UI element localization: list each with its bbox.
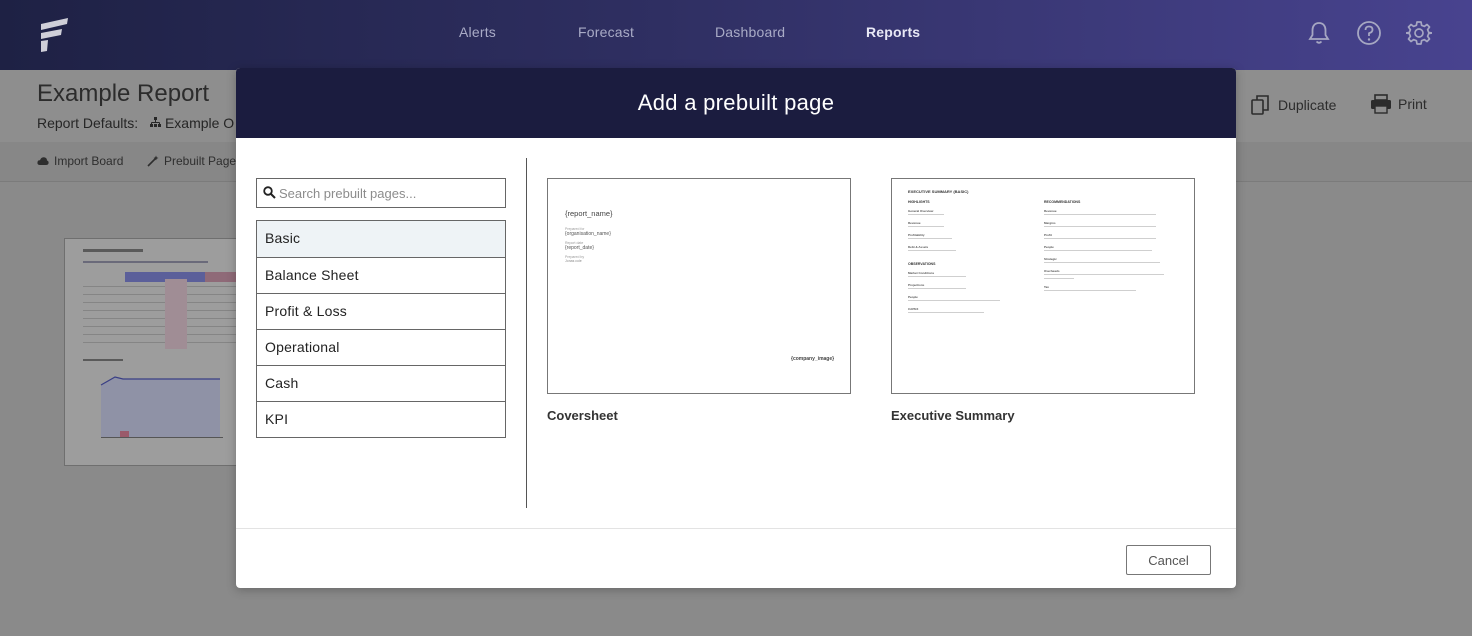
preview-text-line [1044,274,1164,275]
category-cash[interactable]: Cash [257,365,505,401]
duplicate-button[interactable]: Duplicate [1250,94,1336,116]
category-basic[interactable]: Basic [257,221,505,257]
preview-text-line [1044,278,1074,279]
magic-wand-icon [147,155,159,167]
app-logo-icon[interactable] [38,14,72,54]
preview-text-line [908,276,966,277]
report-defaults: Report Defaults: Example O [37,115,234,131]
add-prebuilt-page-modal: Add a prebuilt page Basic Balance Sheet … [236,68,1236,588]
preview-text-line [908,288,966,289]
print-label: Print [1398,96,1427,112]
preview-text-line [1044,290,1136,291]
preview-right-item: Overheads [1044,269,1060,273]
preview-text-line [908,312,984,313]
preview-org-name: {organisation_name} [565,231,611,237]
report-defaults-org-name: Example O [164,115,235,131]
category-balance-sheet[interactable]: Balance Sheet [257,257,505,293]
preview-right-item: Strategic [1044,257,1057,261]
search-input[interactable] [279,179,503,207]
duplicate-label: Duplicate [1278,97,1337,113]
top-nav: Alerts Forecast Dashboard Reports [0,0,1472,70]
print-icon [1371,94,1391,114]
category-profit-loss[interactable]: Profit & Loss [257,293,505,329]
nav-reports[interactable]: Reports [866,24,920,40]
preview-left-item: Debt & Assets [908,245,929,249]
preview-report-date: {report_date} [565,245,594,251]
category-kpi[interactable]: KPI [257,401,505,437]
report-defaults-org[interactable]: Example O [150,115,234,131]
preview-right-item: People [1044,245,1054,249]
preview-obs-item: Projections [908,283,925,287]
modal-title: Add a prebuilt page [637,90,835,115]
page-card-coversheet[interactable]: {report_name} Prepared for {organisation… [547,178,851,423]
report-page-thumbnail[interactable] [64,238,244,466]
preview-text-line [908,214,944,215]
preview-text-line [1044,214,1156,215]
preview-highlights-heading: HIGHLIGHTS [908,200,930,204]
search-box [256,178,506,208]
page-card-label: Executive Summary [891,408,1015,423]
preview-right-item: Margins [1044,221,1056,225]
duplicate-icon [1251,95,1269,115]
bell-icon[interactable] [1306,20,1332,46]
nav-dashboard[interactable]: Dashboard [715,24,785,40]
preview-text-line [908,300,1000,301]
report-page-preview-image [65,239,243,465]
vertical-divider [526,158,527,508]
modal-footer: Cancel [236,528,1236,588]
report-defaults-label: Report Defaults: [37,115,139,131]
import-board-label: Import Board [54,154,124,168]
preview-obs-item: Market Conditions [908,271,935,275]
preview-left-item: Profitability [908,233,925,237]
coversheet-preview: {report_name} Prepared for {organisation… [547,178,851,394]
preview-recommendations-heading: RECOMMENDATIONS [1044,200,1081,204]
preview-text-line [1044,238,1156,239]
modal-header: Add a prebuilt page [236,68,1236,138]
search-icon [263,186,276,199]
import-board-button[interactable]: Import Board [37,154,123,168]
preview-right-item: Tax [1044,285,1049,289]
help-icon[interactable] [1356,20,1382,46]
preview-report-name: {report_name} [565,209,613,218]
preview-right-item: Revenue [1044,209,1057,213]
org-chart-icon [150,117,162,127]
preview-text-line [908,226,944,227]
page-card-executive-summary[interactable]: EXECUTIVE SUMMARY (BASIC) HIGHLIGHTS REC… [891,178,1195,423]
preview-left-item: Revenue [908,221,921,225]
preview-obs-item: People [908,295,918,299]
preview-text-line [1044,226,1156,227]
nav-alerts[interactable]: Alerts [459,24,496,40]
preview-by-value: Jonas cole [565,259,582,263]
preview-text-line [1044,262,1160,263]
preview-es-title: EXECUTIVE SUMMARY (BASIC) [908,189,969,194]
preview-text-line [1044,250,1152,251]
modal-body: Basic Balance Sheet Profit & Loss Operat… [236,138,1236,528]
page-title: Example Report [37,80,210,107]
executive-summary-preview: EXECUTIVE SUMMARY (BASIC) HIGHLIGHTS REC… [891,178,1195,394]
gear-icon[interactable] [1406,20,1432,46]
preview-company-image: {company_image} [791,356,835,362]
page-card-label: Coversheet [547,408,618,423]
preview-observations-heading: OBSERVATIONS [908,262,936,266]
print-button[interactable]: Print [1370,94,1427,114]
preview-left-item: General Overview [908,209,934,213]
prebuilt-pages-label: Prebuilt Page [164,154,237,168]
preview-text-line [908,238,952,239]
cloud-upload-icon [37,157,49,165]
category-operational[interactable]: Operational [257,329,505,365]
cancel-button[interactable]: Cancel [1126,545,1211,575]
preview-obs-item: CAPEX [908,307,919,311]
preview-text-line [908,250,956,251]
nav-forecast[interactable]: Forecast [578,24,634,40]
prebuilt-pages-button[interactable]: Prebuilt Page [147,154,236,168]
preview-right-item: Profit [1044,233,1052,237]
category-list: Basic Balance Sheet Profit & Loss Operat… [256,220,506,438]
